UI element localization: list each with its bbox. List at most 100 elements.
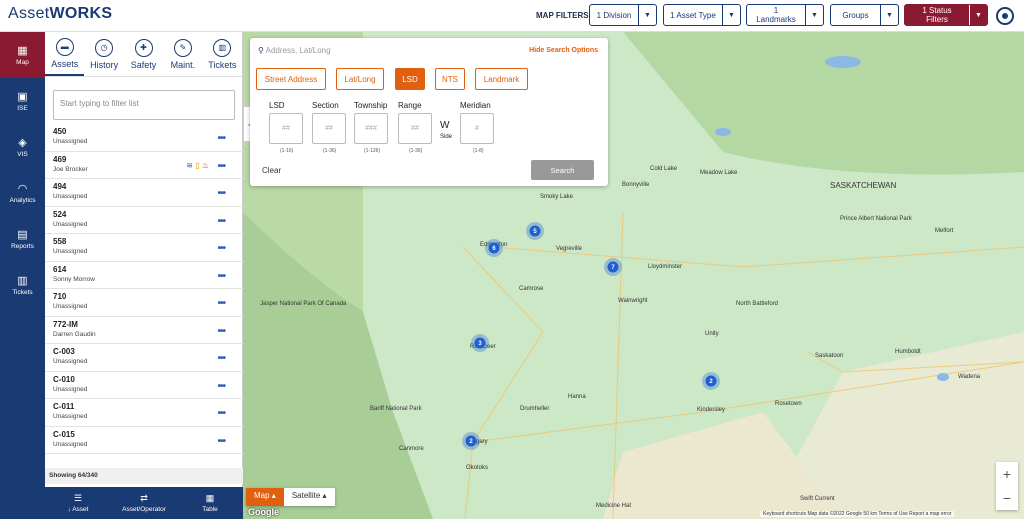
division-filter[interactable]: 1 Division ▼ [589,4,657,26]
user-avatar-icon[interactable] [996,7,1014,25]
nav-analytics[interactable]: ◠ Analytics [0,170,45,216]
map-label: Jasper National Park Of Canada [260,301,347,307]
more-icon[interactable]: ••• [217,161,225,172]
map-label: Banff National Park [370,406,423,412]
tab-history[interactable]: ◷ History [84,32,123,76]
map-label: Meadow Lake [700,170,738,176]
tab-maint[interactable]: ✎ Maint. [163,32,202,76]
asset-type-filter[interactable]: 1 Asset Type ▼ [663,4,741,26]
clear-button[interactable]: Clear [262,166,281,175]
range-label: Range [398,101,422,110]
more-icon[interactable]: ••• [217,133,225,144]
sort-asset-button[interactable]: ☰ ↓ Asset [45,487,111,519]
map-label: North Battleford [736,301,778,307]
list-item[interactable]: 710 Unassigned ••• [45,289,243,317]
list-item[interactable]: C-011 Unassigned ••• [45,399,243,427]
asset-filter-input[interactable]: Start typing to filter list [53,90,235,120]
chevron-down-icon[interactable]: ▼ [805,5,823,25]
list-item[interactable]: 558 Unassigned ••• [45,234,243,262]
asset-cluster-marker[interactable]: 3 [471,334,489,352]
option-street-address[interactable]: Street Address [256,68,326,90]
list-item[interactable]: C-010 Unassigned ••• [45,372,243,399]
map-type-map[interactable]: Map ▴ [246,488,284,506]
tab-safety[interactable]: ✚ Safety [124,32,163,76]
zoom-out-icon[interactable]: − [1003,490,1011,506]
showing-count: Showing 64/340 [45,468,243,484]
list-item[interactable]: 524 Unassigned ••• [45,207,243,234]
hide-search-options-link[interactable]: Hide Search Options [529,47,598,54]
list-item[interactable]: 494 Unassigned ••• [45,179,243,207]
asset-operator-button[interactable]: ⇄ Asset/Operator [111,487,177,519]
status-badges-icon: ≋ ▯ ♨ [186,160,209,170]
more-icon[interactable]: ••• [217,271,225,282]
option-nts[interactable]: NTS [435,68,465,90]
meridian-input[interactable]: # [460,113,494,144]
asset-cluster-marker[interactable]: 7 [604,258,622,276]
nav-vis[interactable]: ◈ VIS [0,124,45,170]
more-icon[interactable]: ••• [217,353,225,364]
lsd-input[interactable]: ## [269,113,303,144]
map-label: Bonnyville [622,182,650,188]
more-icon[interactable]: ••• [217,243,225,254]
township-hint: (1-126) [364,148,381,154]
tab-assets[interactable]: ▬ Assets [45,32,85,76]
option-latlong[interactable]: Lat/Long [336,68,384,90]
more-icon[interactable]: ••• [217,326,225,337]
list-item[interactable]: C-015 Unassigned ••• [45,427,243,454]
nav-tickets[interactable]: ▥ Tickets [0,262,45,308]
chevron-down-icon[interactable]: ▼ [880,5,898,25]
option-landmark[interactable]: Landmark [475,68,528,90]
option-lsd[interactable]: LSD [395,68,425,90]
search-button[interactable]: Search [531,160,594,180]
more-icon[interactable]: ••• [217,216,225,227]
list-item[interactable]: 450 Unassigned ••• [45,124,243,152]
more-icon[interactable]: ••• [217,381,225,392]
tab-tickets[interactable]: ▥ Tickets [203,32,242,76]
asset-cluster-marker[interactable]: 2 [702,372,720,390]
status-filter[interactable]: 1 Status Filters ▼ [904,4,988,26]
list-item[interactable]: 469 Joe Brocker ≋ ▯ ♨ ••• [45,152,243,179]
chevron-down-icon[interactable]: ▼ [969,5,987,25]
list-item[interactable]: 772-IM Darren Gaudin ••• [45,317,243,344]
map-label: Smoky Lake [540,194,574,200]
chevron-down-icon[interactable]: ▼ [638,5,656,25]
meridian-label: Meridian [460,101,491,110]
section-input[interactable]: ## [312,113,346,144]
map-type-satellite[interactable]: Satellite ▴ [283,488,335,506]
map-attribution[interactable]: Keyboard shortcuts Map data ©2022 Google… [760,511,955,517]
top-bar: AssetWORKS MAP FILTERS 1 Division ▼ 1 Ass… [0,0,1024,32]
map-label: Saskatoon [815,353,843,359]
more-icon[interactable]: ••• [217,188,225,199]
app-logo[interactable]: AssetWORKS [8,5,112,23]
panel-tabs: ▬ Assets ◷ History ✚ Safety ✎ Maint. ▥ Ticket… [45,32,242,77]
township-input[interactable]: ### [354,113,388,144]
more-icon[interactable]: ••• [217,408,225,419]
list-item[interactable]: 614 Sonny Morrow ••• [45,262,243,289]
map-label: Prince Albert National Park [840,216,913,222]
nav-reports[interactable]: ▤ Reports [0,216,45,262]
map-label: Swift Current [800,496,835,502]
more-icon[interactable]: ••• [217,298,225,309]
search-input[interactable]: ⚲ Address, Lat/Long [258,46,331,55]
list-item[interactable]: C-003 Unassigned ••• [45,344,243,372]
chevron-down-icon[interactable]: ▼ [722,5,740,25]
more-icon[interactable]: ••• [217,436,225,447]
range-hint: (1-36) [409,148,423,154]
lsd-label: LSD [269,101,285,110]
w-side-label: W [440,120,450,131]
groups-filter[interactable]: Groups ▼ [830,4,899,26]
zoom-in-icon[interactable]: + [1003,466,1011,482]
reports-icon: ▤ [17,229,28,241]
asset-cluster-marker[interactable]: 5 [526,222,544,240]
asset-cluster-marker[interactable]: 6 [485,239,503,257]
left-nav: ▦ Map ▣ ISE ◈ VIS ◠ Analytics ▤ Reports ▥ Tick… [0,32,45,519]
nav-map[interactable]: ▦ Map [0,32,45,78]
sort-icon: ☰ [73,493,83,503]
swap-icon: ⇄ [140,493,148,503]
range-input[interactable]: ## [398,113,432,144]
nav-ise[interactable]: ▣ ISE [0,78,45,124]
landmarks-filter[interactable]: 1 Landmarks ▼ [746,4,824,26]
search-panel: ⚲ Address, Lat/Long Hide Search Options … [250,38,608,186]
table-button[interactable]: ▦ Table [177,487,243,519]
asset-cluster-marker[interactable]: 2 [462,432,480,450]
